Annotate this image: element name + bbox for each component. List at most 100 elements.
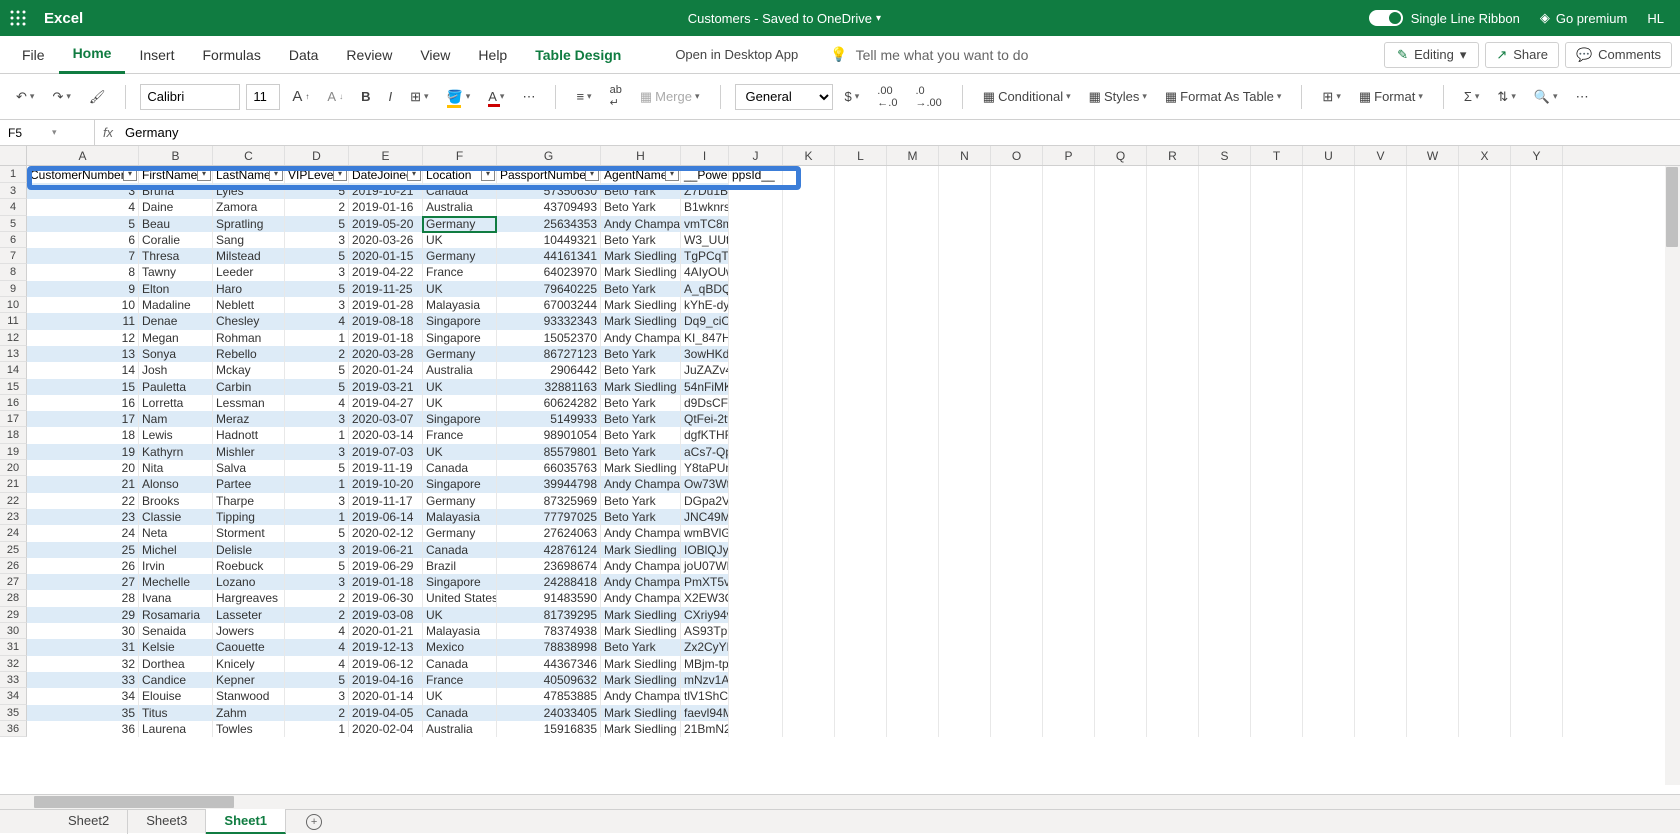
empty-cell[interactable] [1251,330,1303,346]
empty-cell[interactable] [1459,688,1511,704]
data-cell[interactable]: 2019-04-22 [349,264,423,280]
empty-cell[interactable] [1511,183,1563,199]
empty-cell[interactable] [729,623,783,639]
data-cell[interactable]: Ow73WtiUql0 [681,476,729,492]
empty-cell[interactable] [1407,672,1459,688]
empty-cell[interactable] [1303,607,1355,623]
empty-cell[interactable] [1459,590,1511,606]
empty-cell[interactable] [1511,444,1563,460]
empty-cell[interactable] [1355,346,1407,362]
filter-button[interactable]: ▾ [333,167,347,181]
column-header-L[interactable]: L [835,146,887,165]
empty-cell[interactable] [1459,330,1511,346]
data-cell[interactable]: 5 [27,216,139,232]
empty-cell[interactable] [887,688,939,704]
empty-cell[interactable] [1095,509,1147,525]
empty-cell[interactable] [1147,330,1199,346]
empty-cell[interactable] [783,623,835,639]
data-cell[interactable]: Singapore [423,574,497,590]
empty-cell[interactable] [1407,656,1459,672]
empty-cell[interactable] [939,656,991,672]
data-cell[interactable]: Rosamaria [139,607,213,623]
tab-formulas[interactable]: Formulas [188,36,274,74]
data-cell[interactable]: Mechelle [139,574,213,590]
empty-cell[interactable] [729,558,783,574]
empty-cell[interactable] [1511,379,1563,395]
data-cell[interactable]: Knicely [213,656,285,672]
empty-cell[interactable] [1199,183,1251,199]
data-cell[interactable]: 67003244 [497,297,601,313]
data-cell[interactable]: 19 [27,444,139,460]
data-cell[interactable]: UK [423,444,497,460]
data-cell[interactable]: 2019-07-03 [349,444,423,460]
data-cell[interactable]: 6 [27,232,139,248]
data-cell[interactable]: Ivana [139,590,213,606]
empty-cell[interactable] [939,542,991,558]
data-cell[interactable]: Lasseter [213,607,285,623]
data-cell[interactable]: 3 [285,297,349,313]
data-cell[interactable]: 5 [285,460,349,476]
empty-cell[interactable] [1043,721,1095,737]
data-cell[interactable]: 27624063 [497,525,601,541]
empty-cell[interactable] [1251,558,1303,574]
empty-cell[interactable] [1459,509,1511,525]
tell-me-search[interactable]: 💡Tell me what you want to do [814,46,1044,63]
italic-button[interactable]: I [382,85,398,108]
data-cell[interactable]: aCs7-QplcCg [681,444,729,460]
empty-cell[interactable] [1043,493,1095,509]
empty-cell[interactable] [1511,199,1563,215]
data-cell[interactable]: mNzv1AS39vg [681,672,729,688]
data-cell[interactable]: 98901054 [497,427,601,443]
data-cell[interactable]: 2020-01-15 [349,248,423,264]
data-cell[interactable]: 3 [285,411,349,427]
empty-cell[interactable] [835,248,887,264]
empty-cell[interactable] [783,688,835,704]
data-cell[interactable]: Jowers [213,623,285,639]
empty-cell[interactable] [1511,330,1563,346]
empty-cell[interactable] [1511,411,1563,427]
empty-cell[interactable] [939,721,991,737]
redo-button[interactable]: ↷▾ [46,85,76,109]
empty-cell[interactable] [729,216,783,232]
empty-cell[interactable] [1147,542,1199,558]
data-cell[interactable]: Z7Du1BKYbBg [681,183,729,199]
empty-cell[interactable] [1095,705,1147,721]
data-cell[interactable]: CXriy94vHvE [681,607,729,623]
data-cell[interactable]: 2019-03-08 [349,607,423,623]
filter-button[interactable]: ▾ [665,167,679,181]
empty-cell[interactable] [1199,607,1251,623]
empty-cell[interactable] [1303,525,1355,541]
data-cell[interactable]: Alonso [139,476,213,492]
data-cell[interactable]: Germany [423,493,497,509]
empty-cell[interactable] [1147,346,1199,362]
data-cell[interactable]: 2020-01-24 [349,362,423,378]
data-cell[interactable]: Candice [139,672,213,688]
empty-cell[interactable] [835,590,887,606]
data-cell[interactable]: Denae [139,313,213,329]
column-header-G[interactable]: G [497,146,601,165]
tab-data[interactable]: Data [275,36,333,74]
empty-cell[interactable] [939,264,991,280]
empty-cell[interactable] [991,427,1043,443]
table-header-cell[interactable]: FirstName▾ [139,166,213,183]
data-cell[interactable]: dgfKTHRCUmM [681,427,729,443]
empty-cell[interactable] [1355,264,1407,280]
empty-cell[interactable] [783,281,835,297]
empty-cell[interactable] [1199,427,1251,443]
data-cell[interactable]: 1 [285,721,349,737]
empty-cell[interactable] [1303,542,1355,558]
empty-cell[interactable] [1459,199,1511,215]
empty-cell[interactable] [887,330,939,346]
empty-cell[interactable] [1355,525,1407,541]
empty-cell[interactable] [1199,232,1251,248]
empty-cell[interactable] [1459,444,1511,460]
data-cell[interactable]: 13 [27,346,139,362]
data-cell[interactable]: Andy Champan [601,330,681,346]
empty-cell[interactable] [1459,623,1511,639]
comments-button[interactable]: 💬Comments [1565,42,1672,68]
empty-cell[interactable] [729,639,783,655]
data-cell[interactable]: Canada [423,705,497,721]
column-header-E[interactable]: E [349,146,423,165]
empty-cell[interactable] [1355,656,1407,672]
empty-cell[interactable] [887,558,939,574]
